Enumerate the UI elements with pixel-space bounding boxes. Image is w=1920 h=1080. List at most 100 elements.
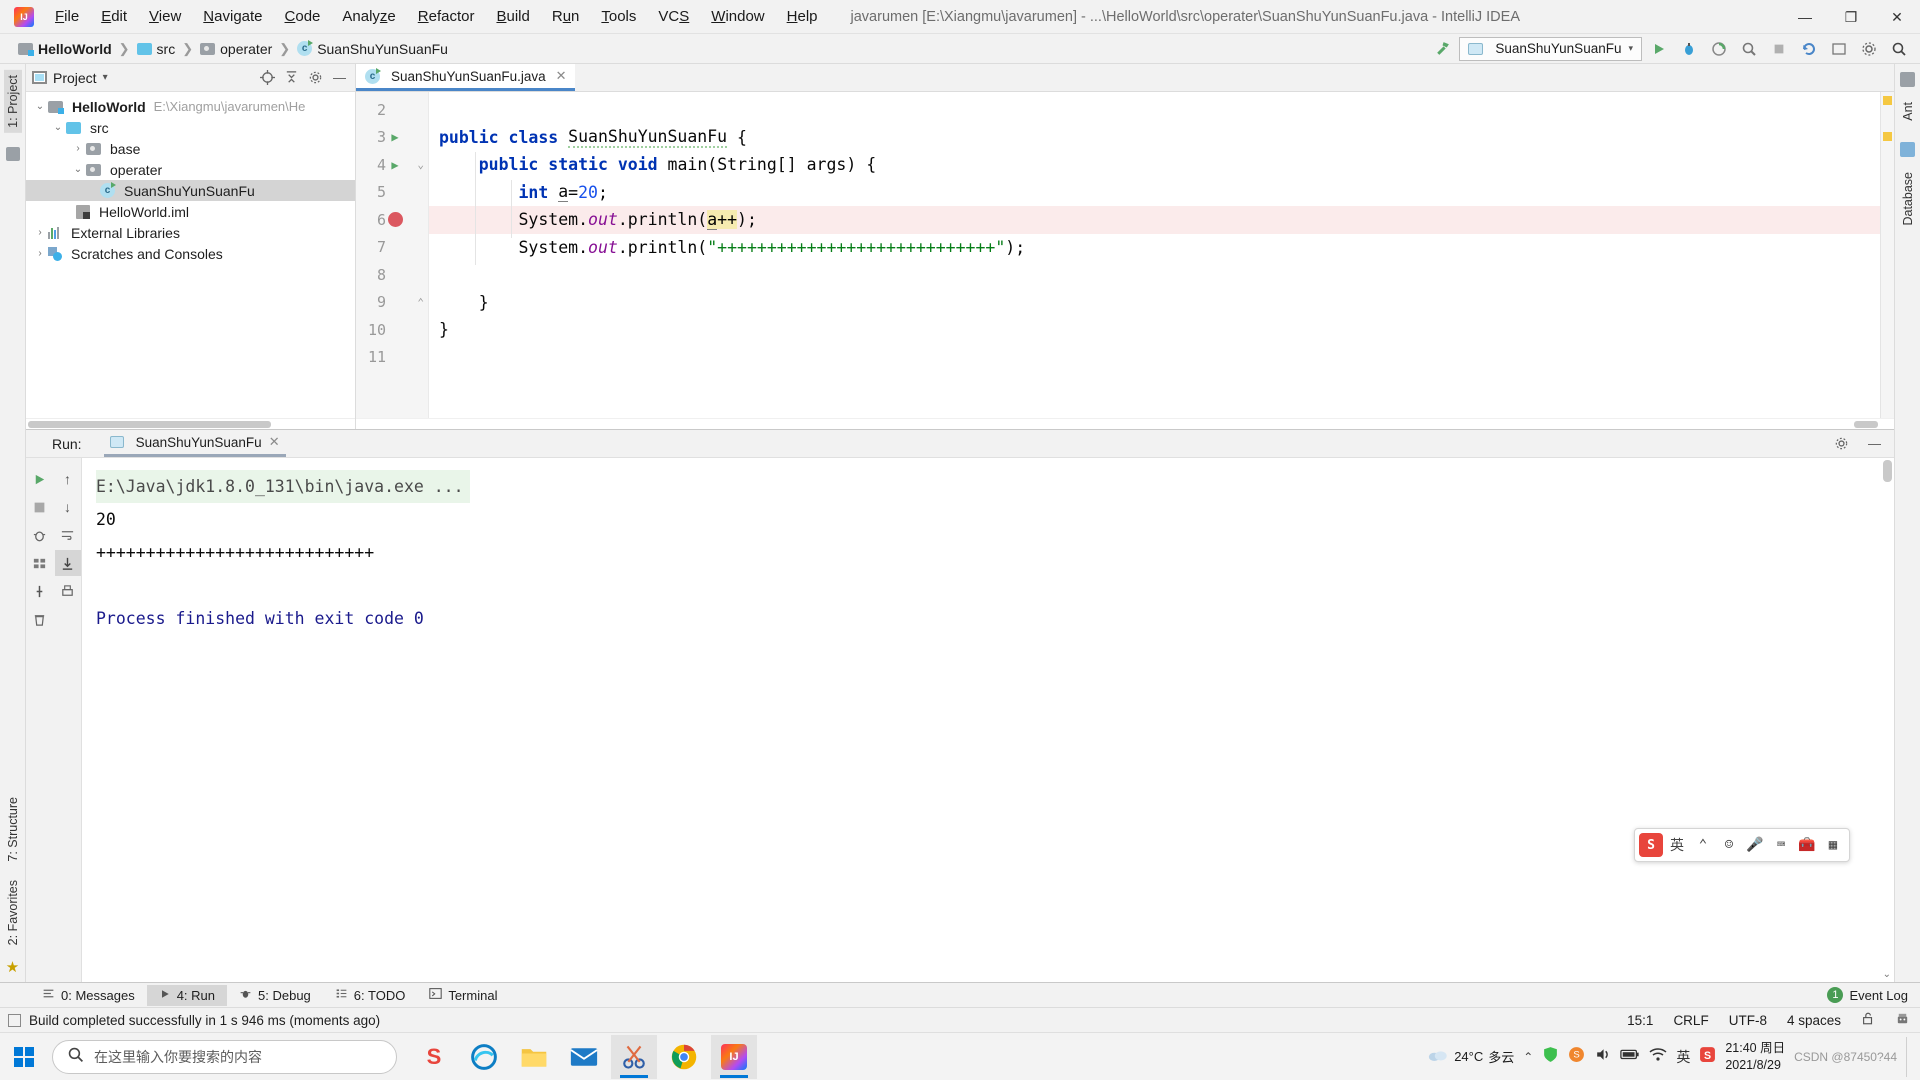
gear-icon[interactable] — [1832, 434, 1851, 453]
indent-setting[interactable]: 4 spaces — [1787, 1013, 1841, 1028]
shield-icon[interactable] — [1542, 1046, 1559, 1068]
taskbar-app-explorer[interactable] — [511, 1035, 557, 1079]
tree-node-suanshuyunsuanfu[interactable]: c SuanShuYunSuanFu — [26, 180, 355, 201]
menu-view[interactable]: View — [138, 4, 192, 29]
expand-arrow-icon[interactable]: › — [32, 248, 48, 259]
menu-navigate[interactable]: Navigate — [192, 4, 273, 29]
gear-icon[interactable] — [1856, 37, 1882, 61]
taskbar-clock[interactable]: 21:40 周日 2021/8/29 — [1725, 1040, 1785, 1074]
profile-button[interactable] — [1736, 37, 1762, 61]
sidebar-item-favorites[interactable]: 2: Favorites — [4, 875, 22, 950]
menu-analyze[interactable]: Analyze — [331, 4, 406, 29]
trash-icon[interactable] — [27, 606, 53, 632]
sidebar-item-structure[interactable]: 7: Structure — [4, 792, 22, 867]
breadcrumb-item-helloworld[interactable]: HelloWorld — [38, 41, 112, 57]
fold-region-icon[interactable]: ⌄ — [417, 158, 424, 171]
stop-icon[interactable] — [27, 494, 53, 520]
warning-marker[interactable] — [1883, 96, 1892, 105]
maximize-button[interactable]: ❐ — [1828, 0, 1874, 34]
close-icon[interactable]: ✕ — [556, 68, 567, 84]
menu-refactor[interactable]: Refactor — [407, 4, 486, 29]
menu-vcs[interactable]: VCS — [647, 4, 700, 29]
tree-node-scratches[interactable]: › Scratches and Consoles — [26, 243, 355, 264]
gear-icon[interactable] — [306, 68, 325, 87]
volume-icon[interactable] — [1594, 1046, 1611, 1068]
sidebar-item-project[interactable]: 1: Project — [3, 70, 22, 133]
tree-node-external-libraries[interactable]: › External Libraries — [26, 222, 355, 243]
tool-window-debug[interactable]: 5: Debug — [227, 984, 323, 1006]
breadcrumb-item-src[interactable]: src — [157, 41, 176, 57]
scroll-up-icon[interactable]: ↑ — [55, 466, 81, 492]
taskbar-search-box[interactable]: 在这里输入你要搜索的内容 — [52, 1039, 397, 1074]
keyboard-icon[interactable]: ⌨ — [1769, 833, 1793, 857]
taskbar-app-sogou[interactable]: S — [411, 1035, 457, 1079]
toolbox-icon[interactable]: 🧰 — [1795, 833, 1819, 857]
editor-marker-bar[interactable] — [1880, 92, 1894, 418]
event-log-button[interactable]: 1 Event Log — [1827, 987, 1908, 1003]
run-button[interactable] — [1646, 37, 1672, 61]
sogou-tray-icon[interactable]: S — [1568, 1046, 1585, 1068]
battery-icon[interactable] — [1620, 1047, 1640, 1066]
editor-horizontal-scrollbar[interactable] — [356, 418, 1894, 429]
expand-arrow-icon[interactable]: ⌄ — [50, 122, 66, 133]
stop-button[interactable] — [1766, 37, 1792, 61]
close-icon[interactable]: ✕ — [269, 434, 280, 450]
run-tab-suanshuyunsuanfu[interactable]: SuanShuYunSuanFu ✕ — [103, 430, 286, 457]
wifi-icon[interactable] — [1649, 1047, 1667, 1067]
show-desktop-button[interactable] — [1906, 1036, 1912, 1077]
sogou-logo-icon[interactable]: S — [1639, 833, 1663, 857]
minimize-button[interactable]: — — [1782, 0, 1828, 34]
warning-marker[interactable] — [1883, 132, 1892, 141]
menu-build[interactable]: Build — [485, 4, 540, 29]
run-with-coverage-button[interactable] — [1706, 37, 1732, 61]
scroll-to-end-icon[interactable] — [54, 550, 81, 576]
code-content[interactable]: public class SuanShuYunSuanFu { public s… — [428, 92, 1880, 418]
unlocked-icon[interactable] — [1861, 1011, 1875, 1029]
tool-window-terminal[interactable]: Terminal — [417, 984, 509, 1006]
sogou-s-icon[interactable]: S — [1699, 1046, 1716, 1068]
run-configuration-selector[interactable]: SuanShuYunSuanFu ▾ — [1459, 36, 1642, 61]
language-icon[interactable]: 英 — [1676, 1047, 1690, 1067]
expand-arrow-icon[interactable]: ⌄ — [70, 164, 86, 175]
pin-icon[interactable] — [27, 578, 53, 604]
print-icon[interactable] — [55, 578, 81, 604]
menu-code[interactable]: Code — [274, 4, 332, 29]
console-scrollbar[interactable]: ⌄ — [1880, 458, 1894, 982]
close-button[interactable]: ✕ — [1874, 0, 1920, 34]
debug-button[interactable] — [1676, 37, 1702, 61]
menu-edit[interactable]: Edit — [90, 4, 138, 29]
caret-position[interactable]: 15:1 — [1627, 1013, 1653, 1028]
mic-icon[interactable]: 🎤 — [1743, 833, 1767, 857]
scroll-down-icon[interactable]: ↓ — [55, 494, 81, 520]
expand-arrow-icon[interactable]: › — [70, 143, 86, 154]
menu-run[interactable]: Run — [541, 4, 591, 29]
sidebar-item-database[interactable]: Database — [1899, 167, 1917, 231]
menu-window[interactable]: Window — [700, 4, 775, 29]
target-icon[interactable] — [258, 68, 277, 87]
ime-floating-bar[interactable]: S 英 ⌃ ☺ 🎤 ⌨ 🧰 ▦ — [1634, 828, 1850, 862]
code-editor[interactable]: 2 3 ▶ 4 ▶ ⌄ 5 6 7 8 9 ⌃ 10 11 public cla… — [356, 92, 1894, 418]
line-separator[interactable]: CRLF — [1673, 1013, 1708, 1028]
hide-panel-icon[interactable]: — — [1865, 434, 1884, 453]
menu-help[interactable]: Help — [776, 4, 829, 29]
run-method-gutter-icon[interactable]: ▶ — [386, 158, 404, 172]
expand-arrow-icon[interactable]: › — [32, 227, 48, 238]
editor-tab-suanshuyunsuanfu[interactable]: c SuanShuYunSuanFu.java ✕ — [356, 64, 575, 91]
tree-node-helloworld-iml[interactable]: HelloWorld.iml — [26, 201, 355, 222]
chevron-icon[interactable]: ⌃ — [1691, 833, 1715, 857]
debugger-icon[interactable] — [27, 522, 53, 548]
breadcrumb-item-class[interactable]: SuanShuYunSuanFu — [317, 41, 448, 57]
menu-icon[interactable]: ▦ — [1821, 833, 1845, 857]
chevron-up-icon[interactable]: ⌃ — [1523, 1050, 1533, 1064]
start-button[interactable] — [0, 1033, 48, 1080]
taskbar-app-intellij[interactable]: IJ — [711, 1034, 757, 1079]
tree-node-src[interactable]: ⌄ src — [26, 117, 355, 138]
rerun-icon[interactable] — [27, 466, 53, 492]
menu-tools[interactable]: Tools — [590, 4, 647, 29]
expand-arrow-icon[interactable]: ⌄ — [32, 101, 48, 112]
taskbar-app-mail[interactable] — [561, 1035, 607, 1079]
tool-window-todo[interactable]: 6: TODO — [323, 984, 418, 1006]
file-encoding[interactable]: UTF-8 — [1729, 1013, 1767, 1028]
sidebar-item-ant[interactable]: Ant — [1899, 97, 1917, 126]
run-class-gutter-icon[interactable]: ▶ — [386, 130, 404, 144]
